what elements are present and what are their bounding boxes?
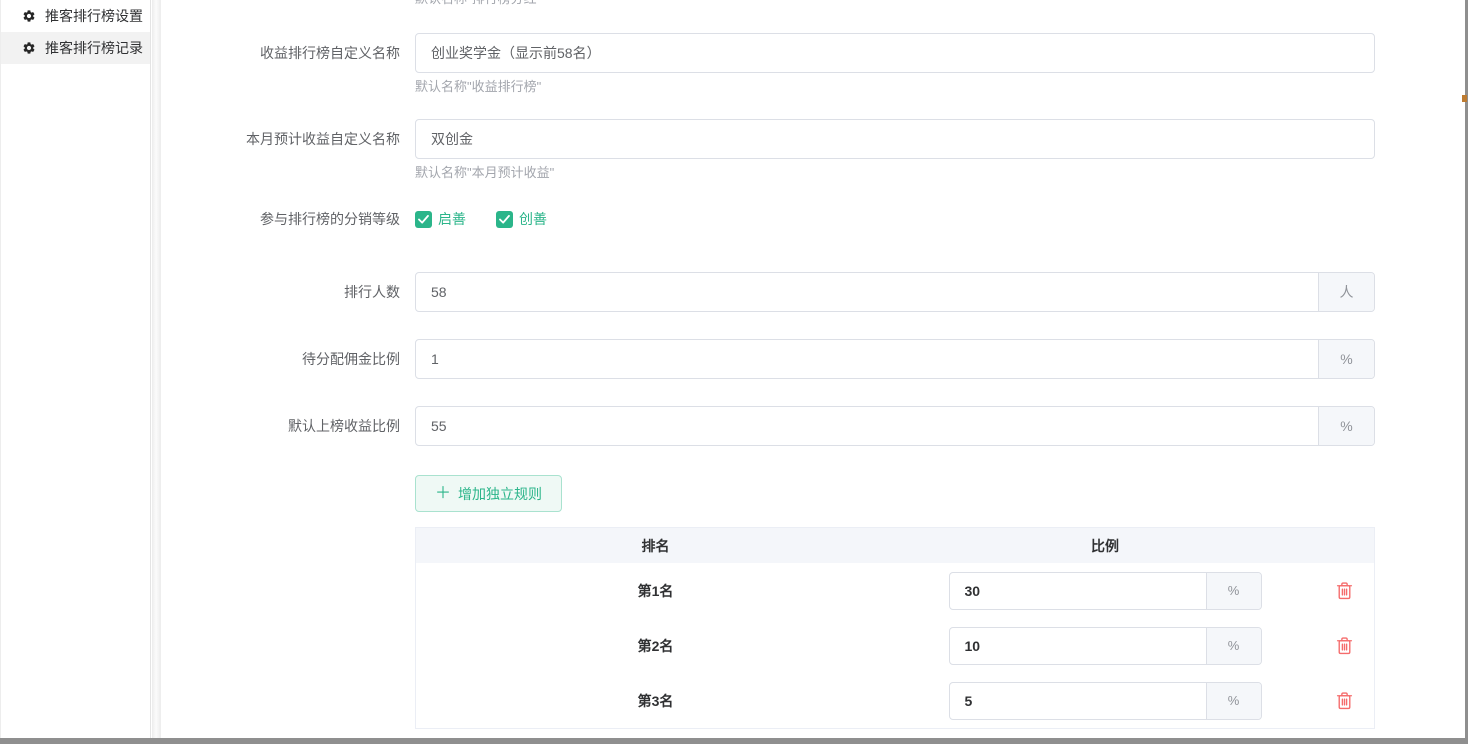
ratio-input-rank-1[interactable] <box>950 573 1206 609</box>
trash-icon <box>1336 636 1353 655</box>
levels-checkbox-group: 启善 创善 <box>415 209 547 229</box>
table-row-rank-1: 第1名 % <box>416 563 1374 618</box>
ratio-input-wrap: % <box>949 627 1262 665</box>
delete-rule-button[interactable] <box>1334 579 1355 602</box>
sidebar-item-leaderboard-records[interactable]: 推客排行榜记录 <box>1 32 150 64</box>
field-label: 收益排行榜自定义名称 <box>161 43 400 63</box>
action-cell <box>1315 689 1374 712</box>
form-row-commission-ratio: 待分配佣金比例 % <box>161 339 1375 379</box>
checkbox-label: 创善 <box>519 209 547 229</box>
ratio-cell: % <box>895 627 1315 665</box>
scrollbar-marker <box>1462 95 1467 102</box>
checkbox-level-chuangshan[interactable]: 创善 <box>496 209 547 229</box>
ratio-cell: % <box>895 572 1315 610</box>
gear-icon <box>22 41 36 55</box>
sidebar-item-leaderboard-settings[interactable]: 推客排行榜设置 <box>1 0 150 32</box>
ratio-input-rank-2[interactable] <box>950 628 1206 664</box>
checkbox-checked-icon <box>496 211 513 228</box>
sidebar-item-label: 推客排行榜设置 <box>45 6 143 26</box>
rank-count-input-wrap: 人 <box>415 272 1375 312</box>
rank-cell: 第2名 <box>416 636 895 656</box>
field-label: 参与排行榜的分销等级 <box>161 209 400 229</box>
default-ratio-input-wrap: % <box>415 406 1375 446</box>
checkbox-level-qishan[interactable]: 启善 <box>415 209 466 229</box>
clipped-top-hint: 默认名称"排行榜分红" <box>415 0 541 9</box>
field-hint: 默认名称"收益排行榜" <box>415 78 541 96</box>
form-row-revenue-rank-name: 收益排行榜自定义名称 <box>161 33 1375 73</box>
action-cell <box>1315 579 1374 602</box>
form-row-default-ratio: 默认上榜收益比例 % <box>161 406 1375 446</box>
revenue-rank-name-input-wrap <box>415 33 1375 73</box>
app-window: 推客排行榜设置 推客排行榜记录 默认名称"排行榜分红" 收益排行榜自定义名称 默… <box>0 0 1468 744</box>
input-suffix-percent: % <box>1206 573 1261 609</box>
default-ratio-input[interactable] <box>416 407 1318 445</box>
input-suffix-percent: % <box>1206 683 1261 719</box>
field-label: 排行人数 <box>161 282 400 302</box>
gear-icon <box>22 9 36 23</box>
sidebar-item-label: 推客排行榜记录 <box>45 38 143 58</box>
checkbox-label: 启善 <box>438 209 466 229</box>
header-rank: 排名 <box>416 536 895 556</box>
ratio-input-wrap: % <box>949 572 1262 610</box>
field-label: 本月预计收益自定义名称 <box>161 129 400 149</box>
settings-form: 默认名称"排行榜分红" 收益排行榜自定义名称 默认名称"收益排行榜" 本月预计收… <box>161 0 1468 744</box>
table-row-rank-2: 第2名 % <box>416 618 1374 673</box>
trash-icon <box>1336 691 1353 710</box>
commission-ratio-input[interactable] <box>416 340 1318 378</box>
month-income-name-input-wrap <box>415 119 1375 159</box>
form-row-month-income-name: 本月预计收益自定义名称 <box>161 119 1375 159</box>
rank-cell: 第3名 <box>416 691 895 711</box>
add-rule-button-label: 增加独立规则 <box>458 484 542 504</box>
rules-table: 排名 比例 第1名 % <box>415 527 1375 729</box>
ratio-input-rank-3[interactable] <box>950 683 1206 719</box>
revenue-rank-name-input[interactable] <box>416 34 1374 72</box>
month-income-name-input[interactable] <box>416 120 1374 158</box>
header-ratio: 比例 <box>895 536 1315 556</box>
plus-icon: ＋ <box>435 486 451 502</box>
field-label: 默认上榜收益比例 <box>161 416 400 436</box>
action-cell <box>1315 634 1374 657</box>
rank-cell: 第1名 <box>416 581 895 601</box>
input-suffix-unit: 人 <box>1318 273 1374 311</box>
trash-icon <box>1336 581 1353 600</box>
delete-rule-button[interactable] <box>1334 689 1355 712</box>
input-suffix-percent: % <box>1318 407 1374 445</box>
checkbox-checked-icon <box>415 211 432 228</box>
add-rule-button[interactable]: ＋ 增加独立规则 <box>415 475 562 512</box>
commission-ratio-input-wrap: % <box>415 339 1375 379</box>
rules-table-header: 排名 比例 <box>416 528 1374 563</box>
table-row-rank-3: 第3名 % <box>416 673 1374 728</box>
horizontal-scrollbar[interactable] <box>0 738 1468 744</box>
field-hint: 默认名称"本月预计收益" <box>415 164 554 182</box>
rank-count-input[interactable] <box>416 273 1318 311</box>
delete-rule-button[interactable] <box>1334 634 1355 657</box>
ratio-cell: % <box>895 682 1315 720</box>
input-suffix-percent: % <box>1318 340 1374 378</box>
sidebar: 推客排行榜设置 推客排行榜记录 <box>0 0 151 744</box>
field-label: 待分配佣金比例 <box>161 349 400 369</box>
form-row-rank-count: 排行人数 人 <box>161 272 1375 312</box>
form-row-levels: 参与排行榜的分销等级 启善 创善 <box>161 199 547 239</box>
ratio-input-wrap: % <box>949 682 1262 720</box>
sidebar-scrollbar-track[interactable] <box>152 0 161 744</box>
input-suffix-percent: % <box>1206 628 1261 664</box>
